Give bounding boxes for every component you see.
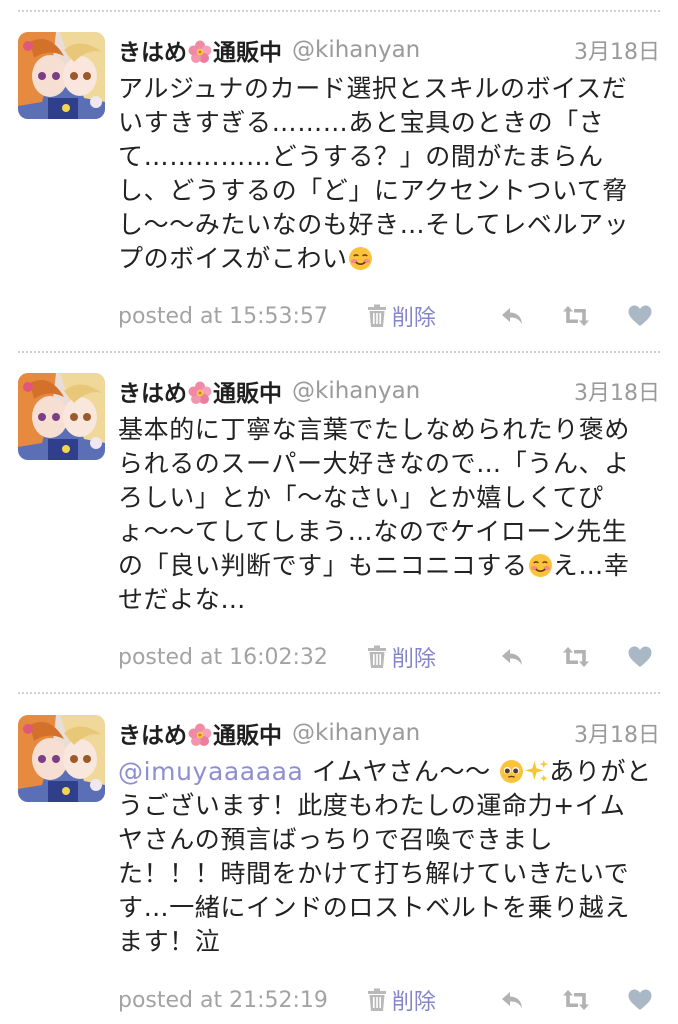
tweet-text-line: イムヤさん〜〜 bbox=[303, 757, 500, 786]
tweet-text-line: て……………どうする？」の間がたまらん bbox=[118, 142, 604, 171]
tweet-date[interactable]: 3月18日 bbox=[574, 717, 660, 749]
avatar[interactable] bbox=[18, 715, 105, 802]
smiling-face-icon bbox=[348, 246, 373, 271]
avatar[interactable] bbox=[18, 373, 105, 460]
user-handle[interactable]: @kihanyan bbox=[292, 720, 420, 746]
reply-icon bbox=[500, 304, 524, 328]
tweet-text-line: し〜〜みたいなのも好き…そしてレベルアッ bbox=[118, 210, 630, 239]
tweet-header: きはめ 通販中 @kihanyan 3月18日 bbox=[118, 715, 660, 751]
divider bbox=[18, 10, 660, 12]
hibiscus-icon bbox=[188, 381, 212, 405]
timeline: きはめ 通販中 @kihanyan 3月18日 アルジュナのカード選択とスキルのボ… bbox=[0, 0, 678, 1024]
tweet-footer: posted at 21:52:19 削除 bbox=[118, 980, 660, 1020]
tweet-text-line: られるのスーパー大好きなので…「うん、よ bbox=[118, 449, 630, 478]
tweet-text-line: せだよな… bbox=[118, 585, 247, 614]
tweet-text-line: うございます！此度もわたしの運命力+イム bbox=[118, 791, 626, 820]
pleading-face-icon bbox=[499, 759, 524, 784]
tweet-text: 基本的に丁寧な言葉でたしなめられたり褒め られるのスーパー大好きなので…「うん、… bbox=[118, 413, 663, 617]
heart-icon bbox=[627, 304, 653, 328]
reply-icon bbox=[500, 645, 524, 669]
retweet-icon bbox=[562, 645, 590, 669]
tweet-text-line: ありがと bbox=[549, 757, 652, 786]
delete-button[interactable]: 削除 bbox=[366, 984, 436, 1016]
sparkles-icon bbox=[524, 759, 549, 784]
retweet-icon bbox=[562, 988, 590, 1012]
tweet-text-line: ょ〜〜てしてしまう…なのでケイローン先生 bbox=[118, 517, 628, 546]
trash-icon bbox=[366, 304, 388, 328]
posted-time: posted at 21:52:19 bbox=[118, 987, 328, 1013]
tweet-date[interactable]: 3月18日 bbox=[574, 34, 660, 66]
divider bbox=[18, 692, 660, 694]
tweet-text: @imuyaaaaaa イムヤさん〜〜 ありがと うございます！此度もわたしの運… bbox=[118, 755, 663, 959]
tweet-text-line: ます！泣 bbox=[118, 927, 221, 956]
delete-label: 削除 bbox=[391, 990, 436, 1015]
reply-icon bbox=[500, 988, 524, 1012]
like-button[interactable] bbox=[620, 298, 660, 334]
reply-button[interactable] bbox=[492, 298, 532, 334]
retweet-button[interactable] bbox=[556, 298, 596, 334]
retweet-button[interactable] bbox=[556, 982, 596, 1018]
tweet-text-line: し、どうするの「ど」にアクセントついて脅 bbox=[118, 176, 629, 205]
divider bbox=[18, 351, 660, 353]
tweet-card[interactable]: きはめ 通販中 @kihanyan 3月18日 アルジュナのカード選択とスキルのボ… bbox=[0, 32, 678, 340]
mention-link[interactable]: @imuyaaaaaa bbox=[118, 757, 303, 786]
tweet-header: きはめ 通販中 @kihanyan 3月18日 bbox=[118, 32, 660, 68]
avatar-image bbox=[18, 715, 105, 802]
trash-icon bbox=[366, 645, 388, 669]
reply-button[interactable] bbox=[492, 982, 532, 1018]
retweet-icon bbox=[562, 304, 590, 328]
delete-button[interactable]: 削除 bbox=[366, 641, 436, 673]
avatar[interactable] bbox=[18, 32, 105, 119]
smiling-face-icon bbox=[528, 553, 553, 578]
tweet-text: アルジュナのカード選択とスキルのボイスだ いすきすぎる………あと宝具のときの「さ… bbox=[118, 72, 663, 276]
user-handle[interactable]: @kihanyan bbox=[292, 37, 420, 63]
tweet-text-line: いすきすぎる………あと宝具のときの「さ bbox=[118, 108, 605, 137]
hibiscus-icon bbox=[188, 723, 212, 747]
like-button[interactable] bbox=[620, 982, 660, 1018]
avatar-image bbox=[18, 373, 105, 460]
heart-icon bbox=[627, 988, 653, 1012]
hibiscus-icon bbox=[188, 40, 212, 64]
delete-label: 削除 bbox=[391, 647, 436, 672]
delete-label: 削除 bbox=[391, 306, 436, 331]
tweet-text-line: アルジュナのカード選択とスキルのボイスだ bbox=[118, 74, 628, 103]
tweet-text-line: た！！！時間をかけて打ち解けていきたいで bbox=[118, 859, 630, 888]
tweet-footer: posted at 15:53:57 削除 bbox=[118, 296, 660, 336]
tweet-text-line: プのボイスがこわい bbox=[118, 244, 348, 273]
tweet-actions bbox=[492, 982, 660, 1018]
tweet-actions bbox=[492, 298, 660, 334]
display-name[interactable]: きはめ 通販中 bbox=[118, 374, 282, 408]
tweet-text-line: す…一緒にインドのロストベルトを乗り越え bbox=[118, 893, 631, 922]
tweet-footer: posted at 16:02:32 削除 bbox=[118, 637, 660, 677]
heart-icon bbox=[627, 645, 653, 669]
posted-time: posted at 16:02:32 bbox=[118, 644, 328, 670]
retweet-button[interactable] bbox=[556, 639, 596, 675]
tweet-header: きはめ 通販中 @kihanyan 3月18日 bbox=[118, 373, 660, 409]
trash-icon bbox=[366, 988, 388, 1012]
tweet-text-line: え…幸 bbox=[552, 551, 630, 580]
avatar-image bbox=[18, 32, 105, 119]
delete-button[interactable]: 削除 bbox=[366, 300, 436, 332]
like-button[interactable] bbox=[620, 639, 660, 675]
user-handle[interactable]: @kihanyan bbox=[292, 378, 420, 404]
tweet-actions bbox=[492, 639, 660, 675]
tweet-text-line: 基本的に丁寧な言葉でたしなめられたり褒め bbox=[118, 415, 631, 444]
display-name[interactable]: きはめ 通販中 bbox=[118, 716, 282, 750]
tweet-card[interactable]: きはめ 通販中 @kihanyan 3月18日 @imuyaaaaaa イムヤさん… bbox=[0, 715, 678, 1023]
tweet-date[interactable]: 3月18日 bbox=[574, 375, 660, 407]
reply-button[interactable] bbox=[492, 639, 532, 675]
tweet-text-line: の「良い判断です」もニコニコする bbox=[118, 551, 528, 580]
display-name[interactable]: きはめ 通販中 bbox=[118, 33, 282, 67]
posted-time: posted at 15:53:57 bbox=[118, 303, 328, 329]
tweet-text-line: ろしい」とか「〜なさい」とか嬉しくてぴ bbox=[118, 483, 604, 512]
tweet-card[interactable]: きはめ 通販中 @kihanyan 3月18日 基本的に丁寧な言葉でたしなめられた… bbox=[0, 373, 678, 681]
tweet-text-line: ヤさんの預言ばっちりで召喚できまし bbox=[118, 825, 554, 854]
